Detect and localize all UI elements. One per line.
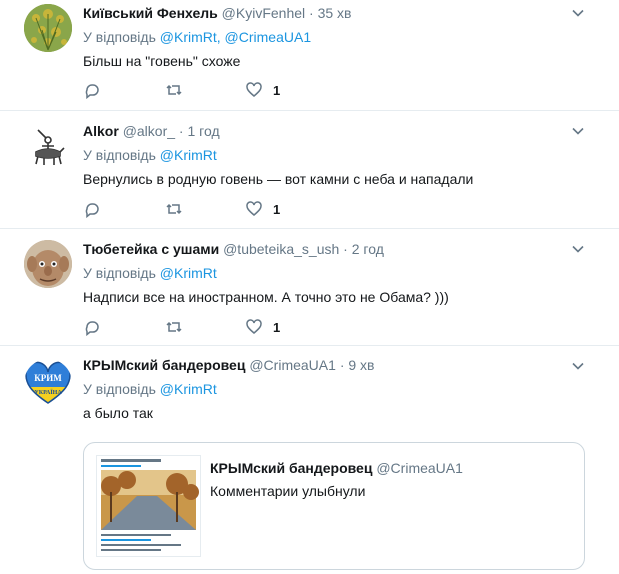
avatar[interactable] [24, 240, 72, 288]
separator: · [339, 357, 345, 373]
separator: · [178, 123, 184, 139]
quoted-tweet-body: КРЫМский бандеровец @CrimeaUA1 Комментар… [210, 459, 463, 500]
heart-icon [246, 319, 262, 334]
tweet-text: Надписи все на иностранном. А точно это … [83, 289, 449, 305]
timestamp[interactable]: 35 хв [318, 5, 352, 21]
tweet[interactable]: Київський Фенхель @KyivFenhel · 35 хв У … [0, 0, 619, 111]
retweet-icon [166, 321, 182, 333]
quoted-author-handle: @CrimeaUA1 [376, 460, 463, 476]
heart-icon [246, 201, 262, 216]
like-count: 1 [273, 201, 281, 217]
timestamp[interactable]: 2 год [352, 241, 384, 257]
retweet-icon [166, 203, 182, 215]
quoted-tweet[interactable]: КРЫМский бандеровец @CrimeaUA1 Комментар… [83, 442, 585, 570]
fennel-image [24, 4, 72, 52]
like-button[interactable]: 1 [245, 200, 280, 218]
tweet-header: КРЫМский бандеровец @CrimeaUA1 · 9 хв [83, 356, 599, 374]
quoted-author-name: КРЫМский бандеровец [210, 460, 373, 476]
reply-mention-link[interactable]: @KrimRt [160, 147, 217, 163]
retweet-button[interactable] [165, 81, 183, 99]
separator: · [309, 5, 314, 21]
chevron-down-icon[interactable] [571, 6, 585, 20]
quoted-tweet-header: КРЫМский бандеровец @CrimeaUA1 [210, 459, 463, 477]
reply-prefix: У відповідь [83, 29, 156, 45]
timestamp[interactable]: 1 год [187, 123, 219, 139]
tweet-actions: 1 [83, 318, 383, 336]
reply-button[interactable] [83, 200, 101, 218]
like-button[interactable]: 1 [245, 318, 280, 336]
author-name[interactable]: Alkor [83, 123, 119, 139]
avatar[interactable] [24, 122, 72, 170]
reply-mention-link[interactable]: @KrimRt, @CrimeaUA1 [160, 29, 311, 45]
reply-icon [85, 321, 99, 336]
crimea-heart-image: КРИМ УКРАЇНА [24, 359, 72, 407]
tweet-text: Вернулись в родную говень — вот камни с … [83, 171, 474, 187]
heart-icon [246, 82, 262, 97]
reply-prefix: У відповідь [83, 147, 156, 163]
tweet-text: а было так [83, 405, 153, 421]
author-name[interactable]: Київський Фенхель [83, 5, 218, 21]
chevron-down-icon[interactable] [571, 124, 585, 138]
reply-mention-link[interactable]: @KrimRt [160, 381, 217, 397]
tweet[interactable]: Alkor @alkor_ · 1 год У відповідь @KrimR… [0, 110, 619, 229]
tweet-header: Тюбетейка с ушами @tubeteika_s_ush · 2 г… [83, 240, 599, 258]
quoted-tweet-image[interactable] [96, 455, 201, 557]
screenshot-thumbnail [97, 456, 200, 556]
separator: · [343, 241, 348, 257]
author-handle[interactable]: @tubeteika_s_ush [223, 241, 339, 257]
like-count: 1 [273, 319, 281, 335]
like-button[interactable]: 1 [245, 81, 280, 99]
retweet-icon [166, 84, 182, 96]
reply-icon [85, 203, 99, 218]
author-handle[interactable]: @alkor_ [123, 123, 175, 139]
timestamp[interactable]: 9 хв [348, 357, 374, 373]
reply-button[interactable] [83, 318, 101, 336]
reply-button[interactable] [83, 81, 101, 99]
reply-context: У відповідь @KrimRt [83, 380, 599, 398]
author-name[interactable]: КРЫМский бандеровец [83, 357, 245, 373]
reply-icon [85, 84, 99, 99]
tweet-actions: 1 [83, 200, 383, 218]
goblin-face-image [24, 240, 72, 288]
tweet[interactable]: Тюбетейка с ушами @tubeteika_s_ush · 2 г… [0, 228, 619, 346]
author-name[interactable]: Тюбетейка с ушами [83, 241, 219, 257]
reply-context: У відповідь @KrimRt [83, 146, 599, 164]
avatar[interactable]: КРИМ УКРАЇНА [24, 359, 72, 407]
reply-prefix: У відповідь [83, 381, 156, 397]
chevron-down-icon[interactable] [571, 359, 585, 373]
tweet-header: Alkor @alkor_ · 1 год [83, 122, 599, 140]
reply-context: У відповідь @KrimRt [83, 264, 599, 282]
rider-sketch-image [24, 122, 72, 170]
retweet-button[interactable] [165, 318, 183, 336]
reply-context: У відповідь @KrimRt, @CrimeaUA1 [83, 28, 599, 46]
chevron-down-icon[interactable] [571, 242, 585, 256]
author-handle[interactable]: @CrimeaUA1 [249, 357, 336, 373]
avatar-sublabel: УКРАЇНА [34, 389, 62, 396]
tweet-text: Більш на "говень" схоже [83, 53, 241, 69]
reply-prefix: У відповідь [83, 265, 156, 281]
avatar-label: КРИМ [34, 373, 62, 383]
author-handle[interactable]: @KyivFenhel [222, 5, 305, 21]
avatar[interactable] [24, 4, 72, 52]
tweet-header: Київський Фенхель @KyivFenhel · 35 хв [83, 4, 599, 22]
quoted-tweet-text: Комментарии улыбнули [210, 483, 366, 499]
tweet-actions: 1 [83, 81, 383, 99]
reply-mention-link[interactable]: @KrimRt [160, 265, 217, 281]
like-count: 1 [273, 82, 281, 98]
retweet-button[interactable] [165, 200, 183, 218]
